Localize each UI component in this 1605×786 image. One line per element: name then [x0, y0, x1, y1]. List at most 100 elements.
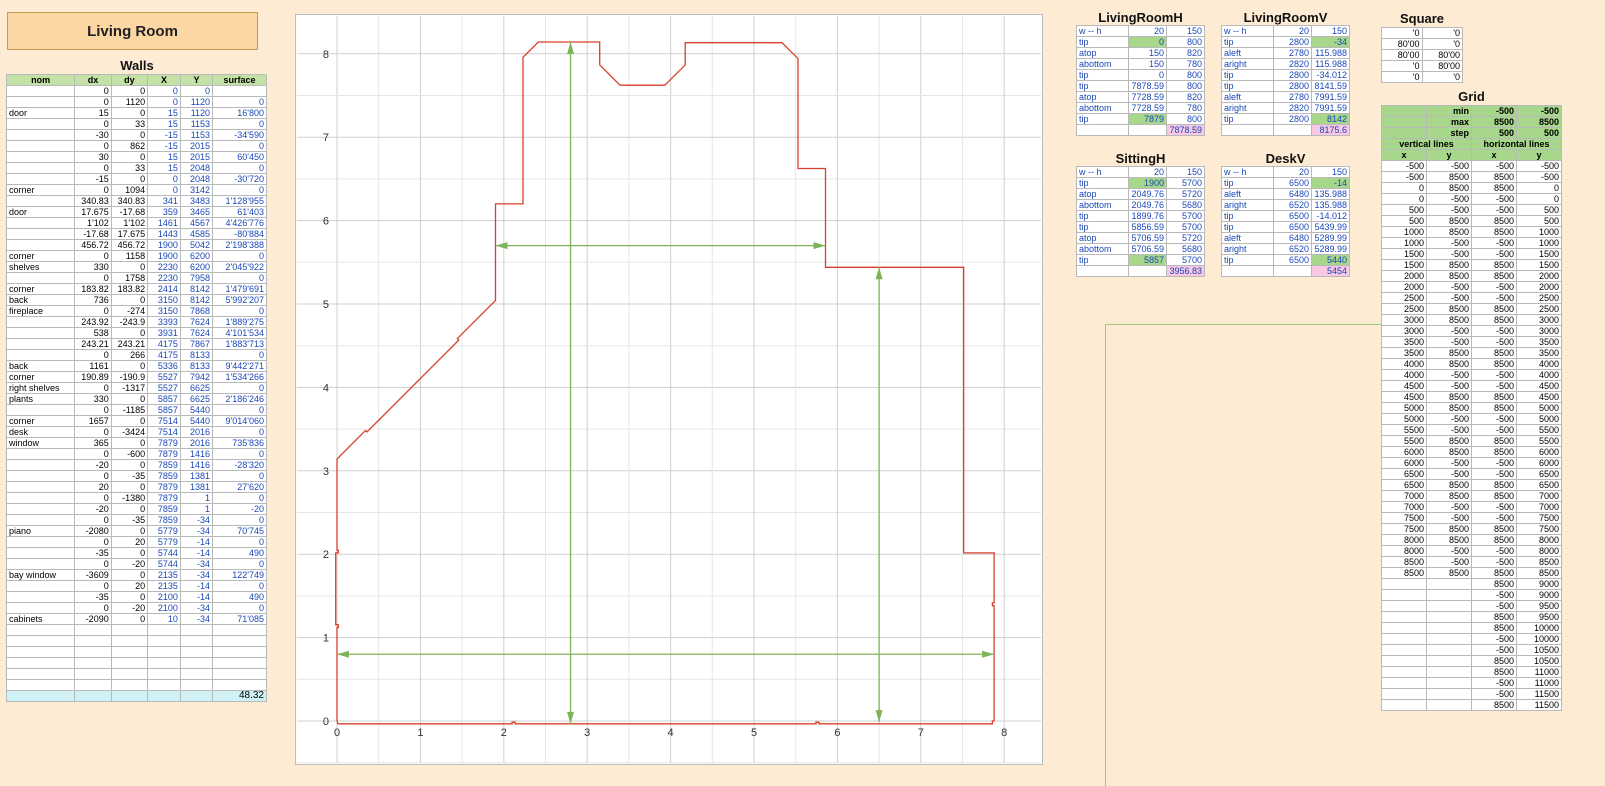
table-cell[interactable]: 80'00 — [1381, 38, 1423, 50]
table-cell[interactable]: 0 — [147, 85, 181, 97]
param-value[interactable]: 500 — [1516, 127, 1562, 139]
table-cell[interactable]: 2048 — [179, 162, 214, 174]
table-cell[interactable] — [5, 272, 76, 284]
table-cell[interactable]: 3500 — [1381, 347, 1427, 359]
table-cell[interactable] — [110, 657, 149, 669]
table-cell[interactable] — [5, 228, 76, 240]
table-cell[interactable]: 0 — [110, 547, 149, 559]
table-cell[interactable] — [1381, 644, 1427, 656]
param-value[interactable]: -500 — [1471, 105, 1517, 117]
table-cell[interactable] — [5, 536, 76, 548]
table-cell[interactable]: 8500 — [1426, 435, 1472, 447]
table-cell[interactable]: 8500 — [1471, 215, 1517, 227]
table-cell[interactable]: 9000 — [1516, 578, 1562, 590]
table-cell[interactable]: 1153 — [179, 118, 214, 130]
table-cell[interactable]: abottom — [1075, 58, 1130, 70]
table-cell[interactable]: 0 — [110, 294, 149, 306]
table-cell[interactable]: 5289.99 — [1311, 232, 1350, 244]
table-cell[interactable]: 8133 — [179, 349, 214, 361]
table-cell[interactable] — [147, 624, 181, 636]
table-cell[interactable]: 2820 — [1273, 102, 1312, 114]
table-cell[interactable]: 330 — [74, 261, 112, 273]
table-cell[interactable]: -14 — [179, 547, 214, 559]
table-cell[interactable] — [1381, 677, 1427, 689]
table-cell[interactable]: 183.82 — [110, 283, 149, 295]
table-cell[interactable]: corner — [5, 283, 76, 295]
table-cell[interactable]: 1381 — [179, 470, 214, 482]
table-cell[interactable]: '0 — [1381, 71, 1423, 83]
table-cell[interactable]: 0 — [110, 415, 149, 427]
table-cell[interactable]: 0 — [212, 305, 267, 317]
table-cell[interactable]: 2780 — [1273, 47, 1312, 59]
table-cell[interactable]: 2500 — [1381, 303, 1427, 315]
table-cell[interactable]: tip — [1220, 69, 1275, 81]
table-cell[interactable]: 0 — [1381, 182, 1427, 194]
table-cell[interactable]: -500 — [1426, 281, 1472, 293]
table-cell[interactable]: 0 — [74, 162, 112, 174]
table-cell[interactable] — [74, 635, 112, 647]
table-cell[interactable]: 8500 — [1471, 391, 1517, 403]
table-cell[interactable]: 71'085 — [212, 613, 267, 625]
table-cell[interactable]: 538 — [74, 327, 112, 339]
table-cell[interactable]: 2135 — [147, 569, 181, 581]
table-cell[interactable]: 6200 — [179, 250, 214, 262]
table-cell[interactable]: -30 — [74, 129, 112, 141]
table-cell[interactable]: 1000 — [1516, 226, 1562, 238]
table-cell[interactable]: -20 — [212, 503, 267, 515]
table-cell[interactable]: tip — [1075, 69, 1130, 81]
table-cell[interactable]: 6520 — [1273, 199, 1312, 211]
table-cell[interactable]: 7500 — [1381, 523, 1427, 535]
table-cell[interactable] — [1426, 600, 1472, 612]
table-cell[interactable]: w -- h — [1075, 166, 1130, 178]
table-cell[interactable]: 5000 — [1516, 402, 1562, 414]
table-cell[interactable]: 1657 — [74, 415, 112, 427]
table-cell[interactable]: tip — [1075, 210, 1130, 222]
table-cell[interactable]: 8500 — [1471, 226, 1517, 238]
table-cell[interactable] — [179, 690, 214, 702]
table-cell[interactable] — [5, 173, 76, 185]
table-cell[interactable]: 2016 — [179, 426, 214, 438]
table-cell[interactable]: 8500 — [1471, 655, 1517, 667]
desk-v-table[interactable]: w -- h 20 150 tip 6500 -14 aleft 6480 135.988 ari… — [1220, 166, 1350, 277]
table-cell[interactable]: 0 — [212, 558, 267, 570]
table-cell[interactable]: -274 — [110, 305, 149, 317]
table-cell[interactable]: 8500 — [1471, 622, 1517, 634]
table-cell[interactable]: 0 — [212, 349, 267, 361]
table-cell[interactable]: '0 — [1421, 27, 1463, 39]
table-cell[interactable]: tip — [1075, 36, 1130, 48]
table-cell[interactable]: 800 — [1166, 69, 1205, 81]
table-cell[interactable]: 150 — [1128, 58, 1168, 70]
table-cell[interactable]: 8500 — [1471, 490, 1517, 502]
table-cell[interactable]: 11000 — [1516, 666, 1562, 678]
table-cell[interactable]: 8500 — [1381, 556, 1427, 568]
table-cell[interactable]: 0 — [74, 118, 112, 130]
table-cell[interactable]: 2800 — [1273, 80, 1312, 92]
table-cell[interactable]: 0 — [110, 85, 149, 97]
table-cell[interactable]: 0 — [110, 613, 149, 625]
table-cell[interactable] — [5, 85, 76, 97]
grid-table[interactable]: min -500 -500 max 8500 8500 step 500 500 vertical… — [1381, 105, 1562, 711]
table-cell[interactable] — [147, 657, 181, 669]
table-cell[interactable]: 150 — [1128, 47, 1168, 59]
table-cell[interactable]: 15 — [147, 118, 181, 130]
table-cell[interactable]: 2230 — [147, 261, 181, 273]
table-cell[interactable]: abottom — [1075, 243, 1130, 255]
table-cell[interactable]: 820 — [1166, 91, 1205, 103]
table-cell[interactable]: 7000 — [1381, 501, 1427, 513]
column-header[interactable]: x — [1471, 149, 1517, 161]
table-cell[interactable]: 2000 — [1381, 270, 1427, 282]
table-cell[interactable]: 7958 — [179, 272, 214, 284]
table-cell[interactable]: 8500 — [1471, 479, 1517, 491]
table-cell[interactable] — [1273, 124, 1312, 136]
table-cell[interactable]: -34'590 — [212, 129, 267, 141]
table-cell[interactable] — [5, 140, 76, 152]
table-cell[interactable] — [147, 690, 181, 702]
table-cell[interactable]: 1 — [179, 492, 214, 504]
table-cell[interactable]: -500 — [1471, 204, 1517, 216]
table-cell[interactable]: -500 — [1471, 501, 1517, 513]
table-cell[interactable]: 0 — [110, 129, 149, 141]
table-cell[interactable]: fireplace — [5, 305, 76, 317]
table-cell[interactable]: 20 — [1273, 166, 1312, 178]
table-cell[interactable] — [1075, 265, 1130, 277]
table-cell[interactable]: 135.988 — [1311, 199, 1350, 211]
